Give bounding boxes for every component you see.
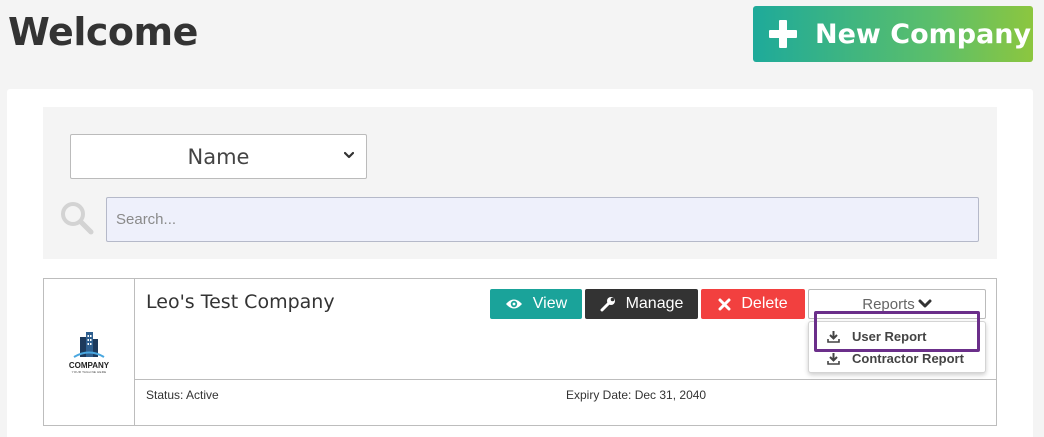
download-icon [827,352,840,365]
plus-icon [769,20,797,48]
reports-menu: User Report Contractor Report [808,321,986,373]
expiry-value: Dec 31, 2040 [634,388,707,402]
chevron-down-icon [344,151,354,159]
reports-dropdown-button[interactable]: Reports [808,289,986,319]
chevron-down-icon [918,299,932,308]
search-input[interactable] [106,197,979,242]
reports-label: Reports [862,295,915,313]
logo-subtext: YOUR TAGLINE HERE [71,370,107,374]
card-divider [135,379,996,380]
close-icon [718,298,731,310]
manage-button[interactable]: Manage [585,289,698,319]
download-icon [827,330,840,343]
company-logo: COMPANY YOUR TAGLINE HERE [44,279,135,425]
view-button[interactable]: View [490,289,582,319]
expiry-label: Expiry Date: [566,388,632,402]
delete-label: Delete [741,295,788,312]
page-title: Welcome [8,10,198,54]
expiry-text: Expiry Date: Dec 31, 2040 [566,388,706,402]
main-panel: Name COMPANY Y [7,89,1033,437]
wrench-icon [600,297,615,312]
new-company-label: New Company [815,18,1032,50]
logo-text: COMPANY [68,361,110,370]
search-icon [61,202,94,235]
new-company-button[interactable]: New Company [753,6,1033,62]
status-value: Active [186,388,219,402]
status-label: Status: [146,388,184,402]
menu-item-label: User Report [852,328,927,344]
menu-item-label: Contractor Report [852,350,964,366]
sort-select[interactable]: Name [70,134,367,179]
building-logo-icon [73,332,105,358]
filter-box: Name [43,107,997,259]
menu-item-user-report[interactable]: User Report [809,325,985,347]
status-text: Status: Active [146,388,219,402]
eye-icon [505,299,522,309]
view-label: View [532,295,568,312]
company-name: Leo's Test Company [146,291,335,313]
menu-item-contractor-report[interactable]: Contractor Report [809,347,985,369]
delete-button[interactable]: Delete [701,289,805,319]
company-card: COMPANY YOUR TAGLINE HERE Leo's Test Com… [43,278,997,426]
manage-label: Manage [625,295,684,312]
sort-select-value: Name [187,144,250,169]
